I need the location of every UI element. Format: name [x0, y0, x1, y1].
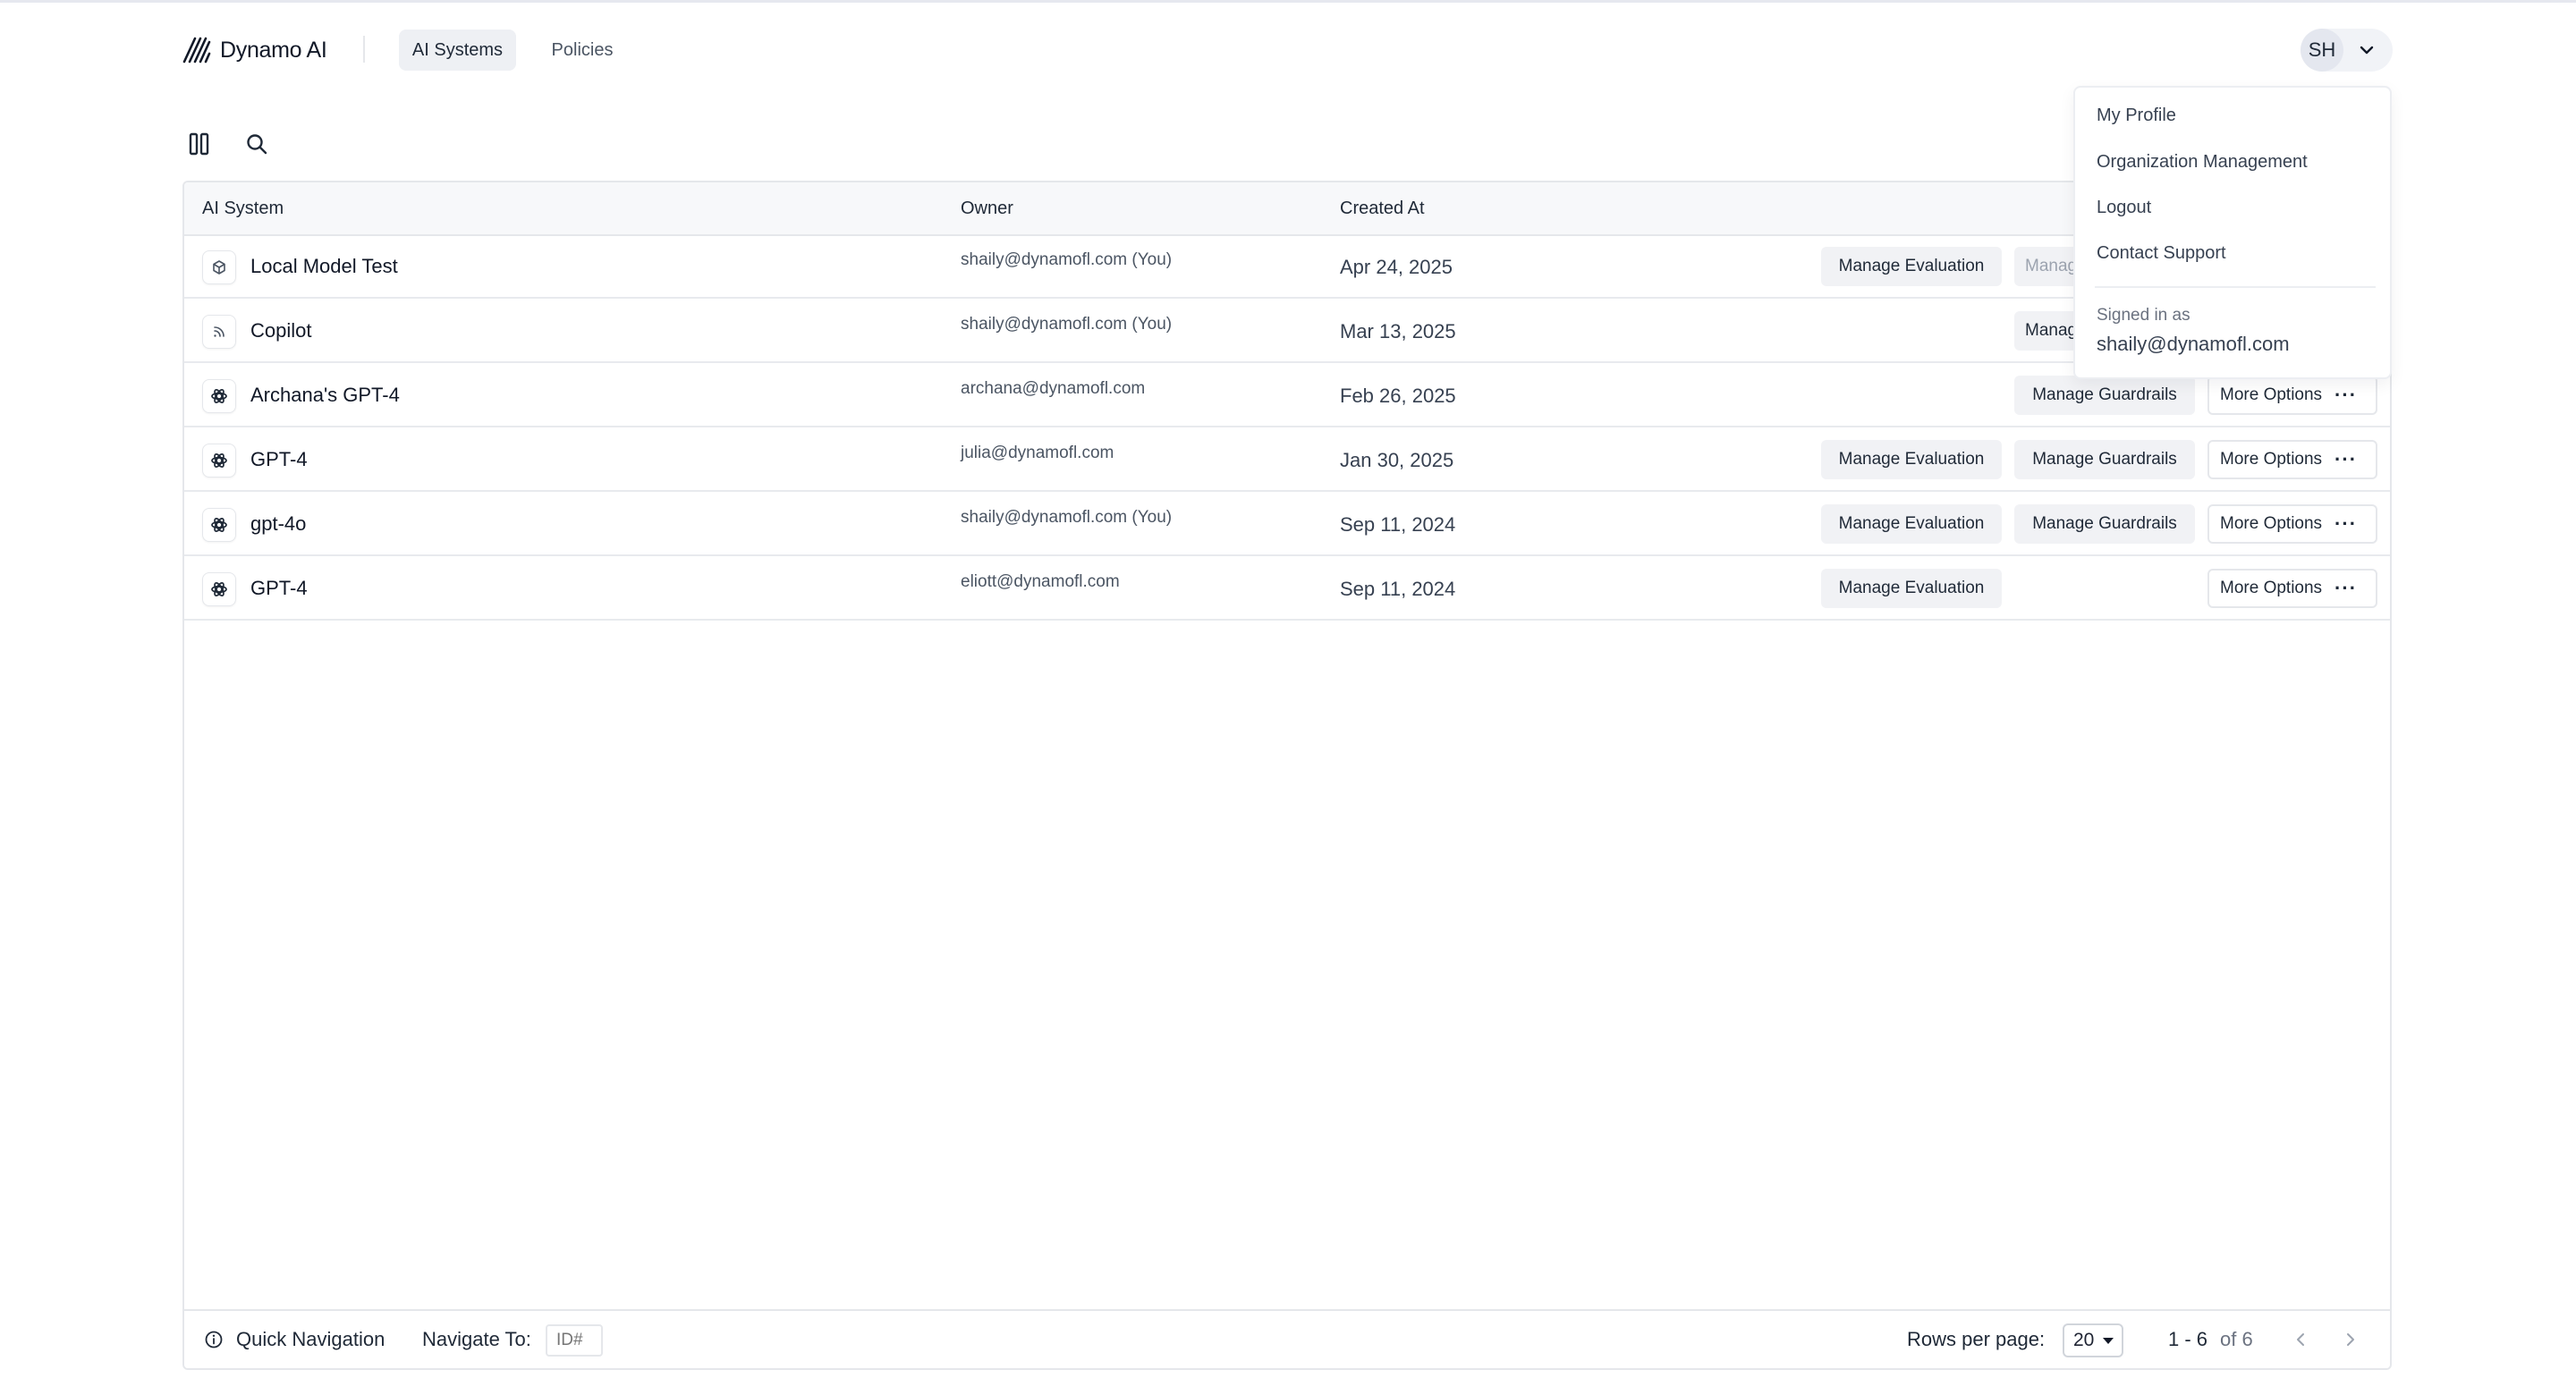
menu-item-contact-support[interactable]: Contact Support: [2097, 243, 2226, 264]
more-options-button[interactable]: More Options ···: [2207, 440, 2377, 479]
created-date: Apr 24, 2025: [1340, 256, 1453, 278]
app-root: Dynamo AI AI Systems Policies SH AI Syst…: [0, 0, 2576, 1395]
openai-icon: [202, 379, 236, 413]
manage-guardrails-button[interactable]: Manage Guardrails: [2014, 376, 2195, 415]
table-row[interactable]: Archana's GPT-4 archana@dynamofl.com Feb…: [184, 363, 2390, 427]
previous-page-button[interactable]: [2292, 1311, 2309, 1368]
ellipsis-icon: ···: [2334, 577, 2358, 599]
user-menu-button[interactable]: SH: [2301, 29, 2393, 72]
table-row[interactable]: Copilot shaily@dynamofl.com (You) Mar 13…: [184, 299, 2390, 363]
manage-guardrails-button[interactable]: Manag: [2014, 247, 2080, 286]
openai-icon: [202, 572, 236, 606]
brand-name: Dynamo AI: [220, 37, 327, 63]
more-options-label: More Options: [2220, 579, 2323, 597]
user-dropdown-menu: My Profile Organization Management Logou…: [2073, 86, 2392, 379]
table-row[interactable]: Local Model Test shaily@dynamofl.com (Yo…: [184, 234, 2390, 299]
manage-evaluation-button[interactable]: Manage Evaluation: [1821, 247, 2002, 286]
ai-systems-table: AI System Owner Created At Local Model T…: [182, 181, 2392, 1370]
menu-item-organization-management[interactable]: Organization Management: [2097, 152, 2308, 173]
created-date: Jan 30, 2025: [1340, 449, 1454, 471]
cube-icon: [202, 250, 236, 284]
rows-per-page-select[interactable]: 20: [2063, 1323, 2123, 1357]
menu-divider: [2095, 286, 2376, 288]
owner-email: eliott@dynamofl.com: [961, 572, 1120, 591]
more-options-label: More Options: [2220, 450, 2323, 469]
ai-system-name[interactable]: Local Model Test: [250, 234, 398, 299]
tab-ai-systems[interactable]: AI Systems: [399, 30, 516, 71]
search-icon[interactable]: [242, 129, 272, 159]
signed-in-email: shaily@dynamofl.com: [2097, 333, 2290, 355]
pagination-range: 1 - 6: [2168, 1328, 2208, 1350]
manage-guardrails-button[interactable]: Manag: [2014, 311, 2080, 351]
created-date: Sep 11, 2024: [1340, 578, 1456, 600]
more-options-button[interactable]: More Options ···: [2207, 569, 2377, 608]
quick-navigation[interactable]: Quick Navigation: [204, 1311, 385, 1368]
columns-icon[interactable]: [184, 129, 215, 159]
table-row[interactable]: GPT-4 eliott@dynamofl.com Sep 11, 2024 M…: [184, 556, 2390, 621]
more-options-label: More Options: [2220, 514, 2323, 533]
header-divider: [363, 36, 365, 63]
column-header-created-at[interactable]: Created At: [1340, 182, 1425, 234]
table-row[interactable]: GPT-4 julia@dynamofl.com Jan 30, 2025 Ma…: [184, 427, 2390, 492]
next-page-button[interactable]: [2342, 1311, 2360, 1368]
top-border: [0, 0, 2576, 3]
table-header: AI System Owner Created At: [184, 182, 2390, 236]
more-options-label: More Options: [2220, 385, 2323, 404]
openai-icon: [202, 508, 236, 542]
owner-email: julia@dynamofl.com: [961, 444, 1114, 462]
navigate-to-label: Navigate To:: [422, 1328, 531, 1350]
more-options-button[interactable]: More Options ···: [2207, 504, 2377, 544]
avatar: SH: [2301, 29, 2343, 72]
created-date: Sep 11, 2024: [1340, 513, 1456, 536]
menu-item-my-profile[interactable]: My Profile: [2097, 106, 2176, 126]
info-icon: [205, 1331, 223, 1348]
owner-email: archana@dynamofl.com: [961, 379, 1146, 398]
pagination-total: of 6: [2220, 1328, 2253, 1350]
chevron-down-icon: [2360, 46, 2374, 55]
manage-evaluation-button[interactable]: Manage Evaluation: [1821, 504, 2002, 544]
ellipsis-icon: ···: [2334, 512, 2358, 535]
quick-navigation-label: Quick Navigation: [236, 1328, 386, 1350]
chevron-right-icon: [2347, 1333, 2354, 1346]
ellipsis-icon: ···: [2334, 384, 2358, 406]
ellipsis-icon: ···: [2334, 448, 2358, 470]
more-options-button[interactable]: More Options ···: [2207, 376, 2377, 415]
ai-system-name[interactable]: GPT-4: [250, 427, 308, 492]
column-header-ai-system[interactable]: AI System: [202, 182, 284, 234]
caret-down-icon: [2103, 1337, 2114, 1344]
manage-guardrails-button[interactable]: Manage Guardrails: [2014, 504, 2195, 544]
dynamo-logo-icon: [182, 37, 211, 63]
table-footer: Quick Navigation Navigate To: Rows per p…: [184, 1309, 2390, 1368]
navigate-id-input[interactable]: [546, 1324, 603, 1357]
ai-system-name[interactable]: Archana's GPT-4: [250, 363, 400, 427]
column-header-owner[interactable]: Owner: [961, 182, 1013, 234]
table-row[interactable]: gpt-4o shaily@dynamofl.com (You) Sep 11,…: [184, 492, 2390, 556]
rows-per-page-label: Rows per page:: [1907, 1328, 2046, 1350]
ai-system-name[interactable]: gpt-4o: [250, 492, 306, 556]
manage-guardrails-button[interactable]: Manage Guardrails: [2014, 440, 2195, 479]
rows-per-page-value: 20: [2073, 1330, 2095, 1350]
created-date: Feb 26, 2025: [1340, 385, 1456, 407]
menu-item-logout[interactable]: Logout: [2097, 198, 2151, 218]
owner-email: shaily@dynamofl.com (You): [961, 508, 1173, 527]
owner-email: shaily@dynamofl.com (You): [961, 250, 1173, 269]
manage-evaluation-button[interactable]: Manage Evaluation: [1821, 569, 2002, 608]
manage-evaluation-button[interactable]: Manage Evaluation: [1821, 440, 2002, 479]
created-date: Mar 13, 2025: [1340, 320, 1456, 342]
openai-icon: [202, 444, 236, 478]
owner-email: shaily@dynamofl.com (You): [961, 315, 1173, 334]
rss-icon: [202, 315, 236, 349]
chevron-left-icon: [2297, 1333, 2304, 1346]
signed-in-label: Signed in as: [2097, 306, 2190, 325]
brand-logo[interactable]: Dynamo AI: [182, 34, 327, 66]
ai-system-name[interactable]: GPT-4: [250, 556, 308, 621]
tab-policies[interactable]: Policies: [540, 30, 624, 71]
ai-system-name[interactable]: Copilot: [250, 299, 311, 363]
